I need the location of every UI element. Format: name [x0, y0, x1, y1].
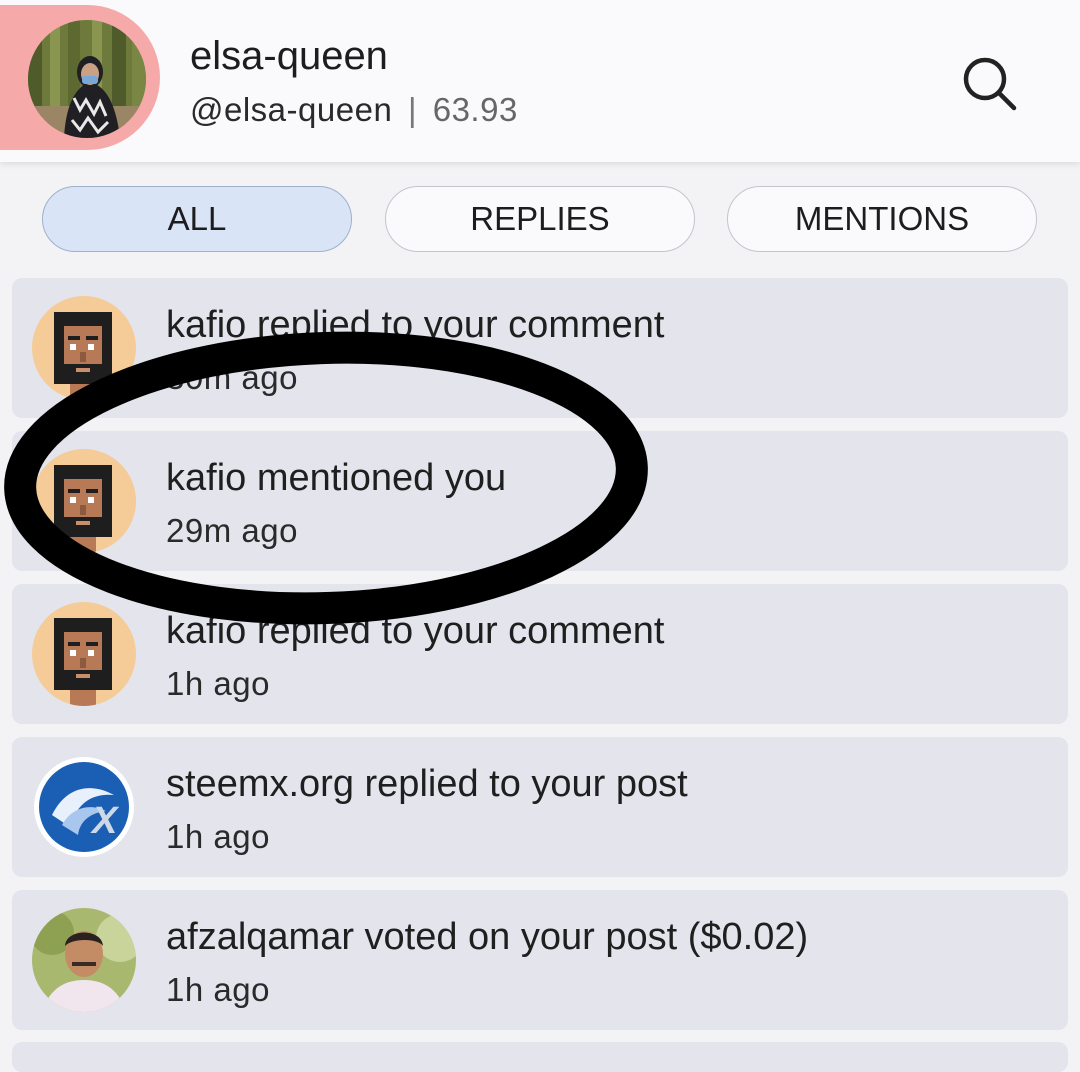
tab-replies-label: REPLIES [470, 200, 610, 237]
notification-time: 29m ago [166, 512, 298, 549]
notification-message: kafio replied to your comment [166, 610, 665, 652]
tab-replies[interactable]: REPLIES [385, 186, 695, 252]
tab-all-label: ALL [167, 200, 227, 237]
pixel-man-avatar[interactable] [32, 602, 136, 706]
notification-time: 1h ago [166, 971, 270, 1008]
notification-filter-tabs: ALL REPLIES MENTIONS [0, 186, 1080, 254]
search-button[interactable] [958, 52, 1020, 114]
reputation-score: 63.93 [432, 91, 518, 128]
person-photo-avatar[interactable] [32, 908, 136, 1012]
profile-avatar[interactable] [28, 20, 146, 138]
notification-message: steemx.org replied to your post [166, 763, 688, 805]
steemx-logo-avatar[interactable] [32, 755, 136, 859]
user-handle: @elsa-queen [190, 91, 393, 128]
pixel-man-avatar[interactable] [32, 449, 136, 553]
tab-mentions-label: MENTIONS [794, 200, 970, 237]
profile-header: elsa-queen @elsa-queen | 63.93 [0, 0, 1080, 162]
handle-line: @elsa-queen | 63.93 [190, 91, 518, 129]
notification-item[interactable]: kafio mentioned you 29m ago [12, 431, 1068, 571]
notification-item[interactable]: steemx.org replied to your post 1h ago [12, 737, 1068, 877]
tab-all[interactable]: ALL [42, 186, 352, 252]
username: elsa-queen [190, 34, 388, 78]
notification-time: 30m ago [166, 359, 298, 396]
notification-message: kafio mentioned you [166, 457, 507, 499]
pixel-man-avatar[interactable] [32, 296, 136, 400]
handle-separator: | [407, 91, 418, 128]
tab-mentions[interactable]: MENTIONS [727, 186, 1037, 252]
notification-item[interactable]: kafio replied to your comment 1h ago [12, 584, 1068, 724]
notification-time: 1h ago [166, 818, 270, 855]
notification-item[interactable]: afzalqamar voted on your post ($0.02) 1h… [12, 890, 1068, 1030]
notification-item-partial[interactable] [12, 1042, 1068, 1072]
notification-message: afzalqamar voted on your post ($0.02) [166, 916, 809, 958]
notification-message: kafio replied to your comment [166, 304, 665, 346]
notification-item[interactable]: kafio replied to your comment 30m ago [12, 278, 1068, 418]
search-icon [963, 57, 1017, 111]
notification-time: 1h ago [166, 665, 270, 702]
profile-avatar-highlight [0, 5, 160, 150]
